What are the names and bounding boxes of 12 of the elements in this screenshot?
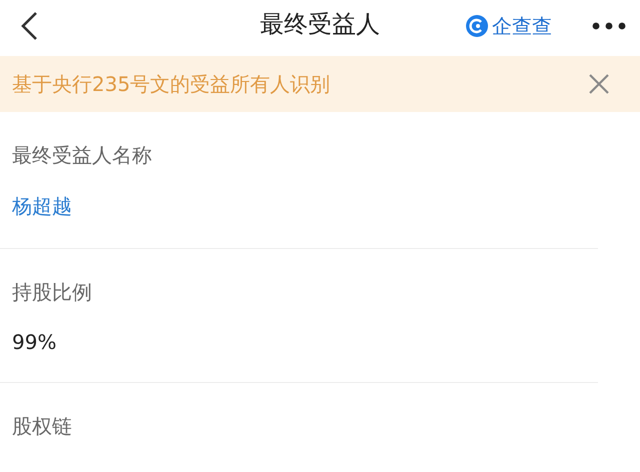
page-title: 最终受益人	[260, 9, 380, 40]
brand-name: 企查查	[492, 12, 552, 40]
field-label: 持股比例	[12, 279, 93, 306]
field-label: 股权链	[12, 413, 73, 440]
logo-icon	[465, 14, 489, 38]
back-icon[interactable]	[20, 11, 38, 41]
name-link[interactable]: 杨超越	[12, 193, 598, 220]
more-icon[interactable]	[592, 22, 626, 30]
field-label: 最终受益人名称	[12, 142, 153, 169]
field-value: 99%	[12, 330, 58, 354]
close-icon[interactable]	[588, 73, 610, 95]
notice-text: 基于央行235号文的受益所有人识别	[12, 70, 330, 98]
